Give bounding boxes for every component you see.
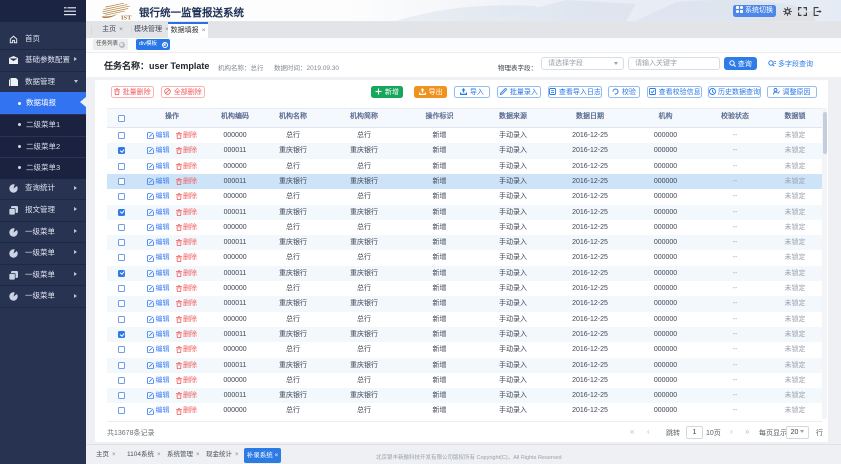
svg-text:IST: IST xyxy=(121,15,132,22)
